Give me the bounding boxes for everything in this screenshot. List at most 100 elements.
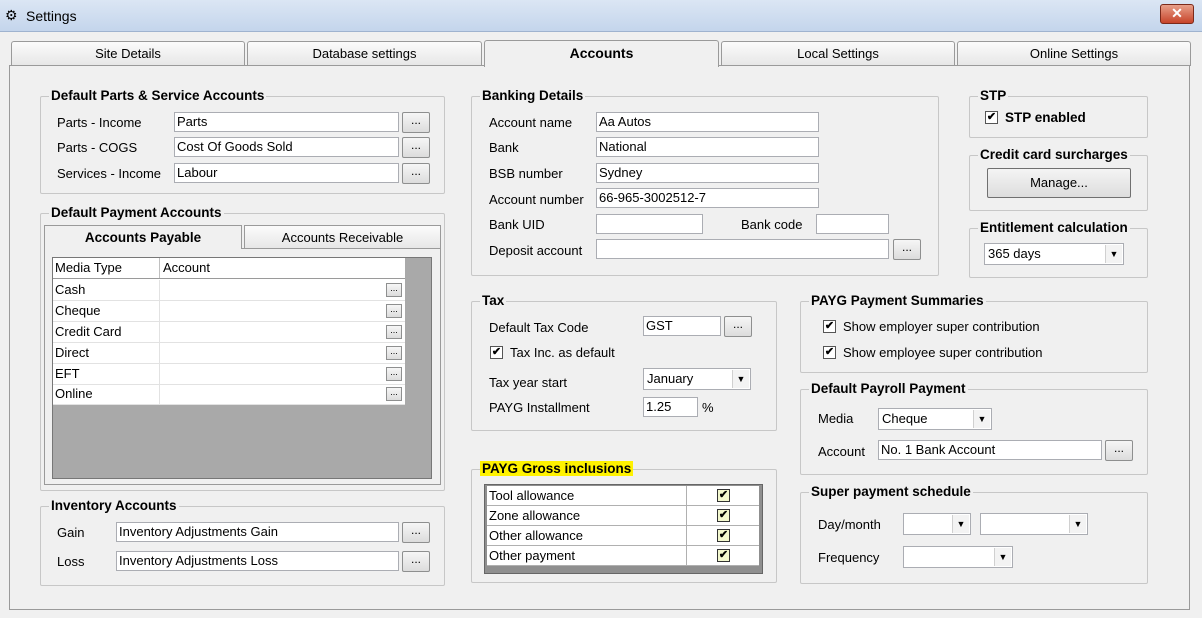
table-row[interactable]: Credit Card ... [53,322,405,343]
tab-accounts[interactable]: Accounts [484,40,719,67]
tab-database-settings[interactable]: Database settings [247,41,482,66]
employer-super-label: Show employer super contribution [843,319,1040,334]
bank-field[interactable]: National [596,137,819,157]
account-browse-button[interactable]: ... [386,283,402,297]
deposit-account-label: Deposit account [489,243,583,258]
column-media-type[interactable]: Media Type [53,258,160,278]
media-type-cell: EFT [53,364,160,384]
close-button[interactable]: ✕ [1160,4,1194,24]
payg-installment-label: PAYG Installment [489,400,590,415]
services-income-browse-button[interactable]: ... [402,163,430,184]
entitlement-legend: Entitlement calculation [978,220,1130,235]
account-name-label: Account name [489,115,573,130]
payment-grid-header: Media Type Account [53,258,405,279]
tax-legend: Tax [480,293,507,308]
table-row[interactable]: Other allowance ✔ [487,526,759,546]
bank-label: Bank [489,140,519,155]
table-row[interactable]: Zone allowance ✔ [487,506,759,526]
bank-uid-label: Bank UID [489,217,545,232]
manage-button[interactable]: Manage... [987,168,1131,198]
employer-super-checkbox[interactable]: ✔ [823,320,836,333]
parts-income-field[interactable]: Parts [174,112,399,132]
parts-cogs-field[interactable]: Cost Of Goods Sold [174,137,399,157]
media-type-cell: Direct [53,343,160,363]
payg-summaries-group: PAYG Payment Summaries [800,293,1148,373]
gain-browse-button[interactable]: ... [402,522,430,543]
entitlement-value: 365 days [988,246,1041,261]
tax-inc-checkbox[interactable]: ✔ [490,346,503,359]
deposit-account-browse-button[interactable]: ... [893,239,921,260]
loss-browse-button[interactable]: ... [402,551,430,572]
media-type-cell: Online [53,384,160,404]
tab-local-settings[interactable]: Local Settings [721,41,955,66]
parts-cogs-label: Parts - COGS [57,140,138,155]
payroll-account-field[interactable]: No. 1 Bank Account [878,440,1102,460]
table-row[interactable]: EFT ... [53,364,405,385]
inclusion-checkbox[interactable]: ✔ [717,489,730,502]
account-name-field[interactable]: Aa Autos [596,112,819,132]
account-browse-button[interactable]: ... [386,304,402,318]
employee-super-checkbox[interactable]: ✔ [823,346,836,359]
stp-enabled-label: STP enabled [1005,110,1086,125]
account-browse-button[interactable]: ... [386,346,402,360]
inventory-group: Inventory Accounts [40,498,445,586]
bank-uid-field[interactable] [596,214,703,234]
deposit-account-field[interactable] [596,239,889,259]
frequency-dropdown[interactable]: ▼ [903,546,1013,568]
tab-online-settings[interactable]: Online Settings [957,41,1191,66]
parts-cogs-browse-button[interactable]: ... [402,137,430,158]
stp-enabled-checkbox[interactable]: ✔ [985,111,998,124]
subtab-accounts-payable[interactable]: Accounts Payable [44,225,242,249]
inclusion-checkbox[interactable]: ✔ [717,509,730,522]
column-account[interactable]: Account [161,258,401,278]
day-dropdown[interactable]: ▼ [903,513,971,535]
gain-label: Gain [57,525,85,540]
table-row[interactable]: Cheque ... [53,301,405,322]
inclusion-label: Other payment [487,546,687,565]
account-browse-button[interactable]: ... [386,387,402,401]
payroll-media-dropdown[interactable]: Cheque ▼ [878,408,992,430]
banking-legend: Banking Details [480,88,586,103]
tax-year-start-dropdown[interactable]: January ▼ [643,368,751,390]
percent-label: % [702,400,714,415]
default-parts-legend: Default Parts & Service Accounts [49,88,267,103]
payg-summaries-legend: PAYG Payment Summaries [809,293,986,308]
gain-field[interactable]: Inventory Adjustments Gain [116,522,399,542]
chevron-down-icon: ▼ [1069,515,1086,533]
inclusion-checkbox[interactable]: ✔ [717,529,730,542]
default-tax-code-label: Default Tax Code [489,320,589,335]
account-number-field[interactable]: 66-965-3002512-7 [596,188,819,208]
day-month-label: Day/month [818,517,881,532]
services-income-field[interactable]: Labour [174,163,399,183]
bsb-field[interactable]: Sydney [596,163,819,183]
tax-code-browse-button[interactable]: ... [724,316,752,337]
inclusion-checkbox[interactable]: ✔ [717,549,730,562]
bank-code-field[interactable] [816,214,889,234]
account-browse-button[interactable]: ... [386,325,402,339]
default-payroll-legend: Default Payroll Payment [809,381,968,396]
payroll-account-browse-button[interactable]: ... [1105,440,1133,461]
payroll-media-label: Media [818,411,854,426]
parts-income-browse-button[interactable]: ... [402,112,430,133]
payroll-account-label: Account [818,444,865,459]
subtab-accounts-receivable[interactable]: Accounts Receivable [244,225,441,249]
table-row[interactable]: Cash ... [53,280,405,301]
table-row[interactable]: Tool allowance ✔ [487,486,759,506]
account-number-label: Account number [489,192,584,207]
tab-site-details[interactable]: Site Details [11,41,245,66]
default-tax-code-field[interactable]: GST [643,316,721,336]
default-payment-legend: Default Payment Accounts [49,205,224,220]
entitlement-dropdown[interactable]: 365 days ▼ [984,243,1124,265]
media-type-cell: Cash [53,280,160,300]
table-row[interactable]: Online ... [53,384,405,405]
loss-field[interactable]: Inventory Adjustments Loss [116,551,399,571]
payg-gross-legend: PAYG Gross inclusions [480,461,634,476]
chevron-down-icon: ▼ [732,370,749,388]
table-row[interactable]: Other payment ✔ [487,546,759,566]
month-dropdown[interactable]: ▼ [980,513,1088,535]
loss-label: Loss [57,554,85,569]
chevron-down-icon: ▼ [973,410,990,428]
account-browse-button[interactable]: ... [386,367,402,381]
payg-installment-field[interactable]: 1.25 [643,397,698,417]
table-row[interactable]: Direct ... [53,343,405,364]
